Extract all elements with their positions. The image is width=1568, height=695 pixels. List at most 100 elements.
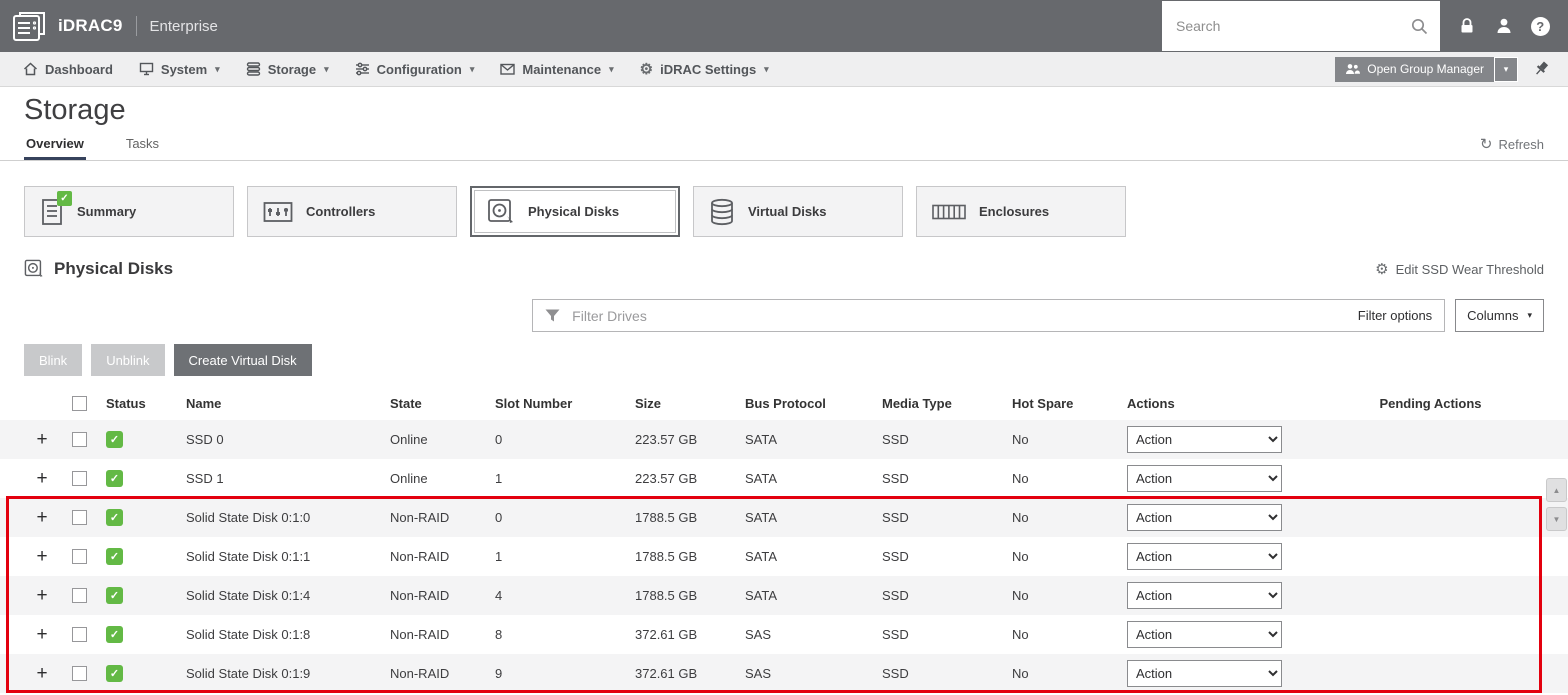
row-checkbox[interactable] — [71, 471, 87, 486]
columns-label: Columns — [1467, 308, 1519, 323]
expand-row-button[interactable]: + — [36, 625, 47, 644]
top-bar: iDRAC9 Enterprise ? — [0, 0, 1568, 52]
row-checkbox[interactable] — [71, 588, 87, 603]
action-select[interactable]: Action — [1127, 582, 1282, 609]
select-all-checkbox[interactable] — [71, 396, 87, 411]
expand-row-button[interactable]: + — [36, 547, 47, 566]
card-label: Enclosures — [979, 204, 1050, 219]
action-select[interactable]: Action — [1127, 426, 1282, 453]
disk-size: 372.61 GB — [635, 666, 698, 681]
columns-button[interactable]: Columns ▾ — [1455, 299, 1544, 332]
row-checkbox-cell — [60, 510, 98, 525]
expand-cell: + — [24, 508, 60, 527]
edit-ssd-wear-threshold-link[interactable]: ⚙ Edit SSD Wear Threshold — [1375, 262, 1544, 277]
disk-size: 1788.5 GB — [635, 549, 698, 564]
group-manager-dropdown-button[interactable]: ▾ — [1494, 56, 1518, 82]
card-controllers[interactable]: Controllers — [247, 186, 457, 237]
row-checkbox[interactable] — [71, 432, 87, 447]
card-virtual-disks[interactable]: Virtual Disks — [693, 186, 903, 237]
expand-row-button[interactable]: + — [36, 469, 47, 488]
filter-drives-input[interactable] — [570, 306, 1348, 325]
status-cell: ✓ — [98, 470, 178, 487]
action-select[interactable]: Action — [1127, 465, 1282, 492]
table-row: + ✓ Solid State Disk 0:1:0 Non-RAID 0 17… — [0, 498, 1568, 537]
col-pending-actions: Pending Actions — [1379, 396, 1482, 411]
status-cell: ✓ — [98, 665, 178, 682]
help-icon[interactable]: ? — [1530, 16, 1550, 36]
expand-row-button[interactable]: + — [36, 586, 47, 605]
nav-item-storage[interactable]: Storage ▾ — [233, 52, 342, 86]
chevron-down-icon: ▾ — [324, 63, 329, 74]
disk-media-type: SSD — [882, 627, 909, 642]
disk-size: 372.61 GB — [635, 627, 698, 642]
card-physical-disks[interactable]: Physical Disks — [470, 186, 680, 237]
card-enclosures[interactable]: Enclosures — [916, 186, 1126, 237]
row-checkbox-cell — [60, 588, 98, 603]
action-select[interactable]: Action — [1127, 504, 1282, 531]
scroll-down-icon[interactable]: ▼ — [1546, 507, 1567, 531]
lock-icon[interactable] — [1458, 17, 1476, 35]
disk-state: Online — [390, 471, 428, 486]
nav-label: Maintenance — [522, 61, 602, 77]
unblink-button[interactable]: Unblink — [91, 344, 165, 376]
expand-row-button[interactable]: + — [36, 508, 47, 527]
disk-slot-number: 0 — [495, 432, 503, 447]
disk-state: Non-RAID — [390, 549, 450, 564]
refresh-button[interactable]: ↻ Refresh — [1480, 137, 1544, 160]
row-checkbox[interactable] — [71, 666, 87, 681]
tab-tasks[interactable]: Tasks — [124, 136, 161, 160]
row-checkbox[interactable] — [71, 510, 87, 525]
open-group-manager-button[interactable]: Open Group Manager — [1335, 56, 1494, 82]
nav-label: Configuration — [376, 61, 462, 77]
select-all-cell — [60, 396, 98, 411]
scroll-up-icon[interactable]: ▲ — [1546, 478, 1567, 502]
physical-disks-section-header: Physical Disks ⚙ Edit SSD Wear Threshold — [0, 253, 1568, 285]
row-checkbox[interactable] — [71, 549, 87, 564]
idrac-logo-icon — [12, 10, 48, 42]
filter-options-link[interactable]: Filter options — [1358, 308, 1432, 323]
physical-disk-icon — [487, 198, 515, 226]
action-select[interactable]: Action — [1127, 543, 1282, 570]
search-input[interactable] — [1174, 17, 1403, 35]
disk-name: Solid State Disk 0:1:1 — [186, 549, 311, 564]
disk-slot-number: 8 — [495, 627, 503, 642]
section-title-group: Physical Disks — [24, 259, 173, 279]
table-body: + ✓ SSD 0 Online 0 223.57 GB SATA SSD No… — [0, 420, 1568, 693]
nav-item-maintenance[interactable]: Maintenance ▾ — [487, 52, 626, 86]
virtual-disks-icon — [709, 198, 735, 226]
blink-button[interactable]: Blink — [24, 344, 83, 376]
card-summary[interactable]: ✓ Summary — [24, 186, 234, 237]
search-icon[interactable] — [1411, 18, 1428, 35]
sliders-icon — [355, 62, 370, 76]
nav-right-group: Open Group Manager ▾ — [1335, 56, 1558, 82]
expand-row-button[interactable]: + — [36, 664, 47, 683]
tab-overview[interactable]: Overview — [24, 136, 86, 160]
disk-name: Solid State Disk 0:1:0 — [186, 510, 311, 525]
disk-bus-protocol: SATA — [745, 432, 778, 447]
expand-cell: + — [24, 664, 60, 683]
pin-icon[interactable] — [1532, 60, 1550, 78]
table-toolbar: Blink Unblink Create Virtual Disk — [0, 344, 1568, 376]
action-select[interactable]: Action — [1127, 621, 1282, 648]
row-checkbox[interactable] — [71, 627, 87, 642]
col-state: State — [390, 396, 422, 411]
nav-item-system[interactable]: System ▾ — [126, 52, 233, 86]
table-row: + ✓ Solid State Disk 0:1:4 Non-RAID 4 17… — [0, 576, 1568, 615]
nav-item-dashboard[interactable]: Dashboard — [10, 52, 126, 86]
disk-media-type: SSD — [882, 510, 909, 525]
expand-row-button[interactable]: + — [36, 430, 47, 449]
chevron-down-icon: ▾ — [764, 63, 769, 74]
filter-funnel-icon — [545, 309, 560, 323]
nav-item-configuration[interactable]: Configuration ▾ — [342, 52, 488, 86]
chevron-down-icon: ▾ — [609, 63, 614, 74]
nav-label: System — [160, 61, 208, 77]
user-icon[interactable] — [1495, 17, 1513, 35]
create-virtual-disk-button[interactable]: Create Virtual Disk — [173, 344, 312, 376]
action-select[interactable]: Action — [1127, 660, 1282, 687]
nav-item-idrac-settings[interactable]: ⚙ iDRAC Settings ▾ — [627, 52, 782, 86]
open-group-manager-label: Open Group Manager — [1367, 62, 1484, 76]
group-icon — [1345, 63, 1361, 75]
table-row: + ✓ Solid State Disk 0:1:8 Non-RAID 8 37… — [0, 615, 1568, 654]
chevron-down-icon: ▾ — [469, 63, 475, 74]
status-cell: ✓ — [98, 509, 178, 526]
